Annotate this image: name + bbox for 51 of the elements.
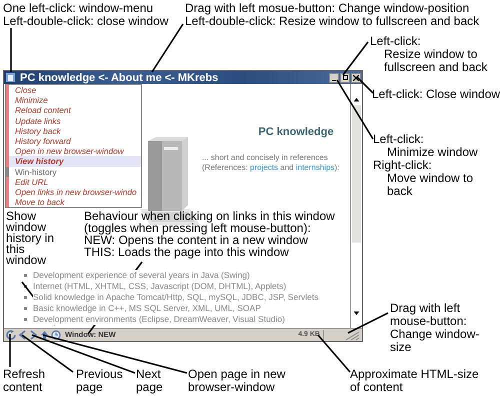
bullet-icon xyxy=(24,307,27,310)
list-item-text: Solid knowledge in Apache Tomcat/Http, SQL, mySQL, JDBC, JSP, Servlets xyxy=(33,292,319,303)
annotation-text: Open page in new browser-window xyxy=(188,368,286,394)
menu-item[interactable]: Edit URL xyxy=(6,176,141,187)
bullet-icon xyxy=(24,274,27,277)
menu-item[interactable]: Close xyxy=(6,85,141,96)
menu-item[interactable]: History back xyxy=(6,126,141,136)
annotation-text: Refresh content xyxy=(3,368,46,394)
annotation-text: Show window history in this window xyxy=(6,211,54,266)
annotation-text: Left-click: Minimize window Right-click: Move window to back xyxy=(373,133,478,198)
list-item-text: Basic knowledge in C++, MS SQL Server, XML, UML, SOAP xyxy=(33,303,261,314)
history-icon[interactable] xyxy=(51,330,61,340)
window-menu-icon[interactable] xyxy=(5,72,16,83)
leader-line xyxy=(10,28,12,72)
menu-item[interactable]: Move to back xyxy=(6,197,141,208)
annotation-text: Behaviour when clicking on links in this window (toggles when pressing left mouse-button): NEW: Opens the content in a new window THIS: Loads the page into this window xyxy=(84,210,335,258)
list-item-text: Development environments (Eclipse, DreamWeaver, Visual Studio) xyxy=(33,314,285,325)
annotation-text: Previous page xyxy=(76,368,123,394)
menu-item[interactable]: History forward xyxy=(6,136,141,146)
menu-item[interactable]: View history xyxy=(6,156,141,166)
leader-line xyxy=(9,334,11,367)
minimize-button[interactable] xyxy=(329,72,339,82)
page-heading: PC knowledge xyxy=(257,125,335,140)
annotation-text: Drag with left mosue-button: Change window-position Left-double-click: Resize window to fullscreen and back xyxy=(185,2,480,28)
annotation-text: Left-click: Resize window to fullscreen and back xyxy=(370,35,488,74)
intro-paragraph: ... short and concisely in references (References: projects and internships): xyxy=(202,152,340,172)
projects-link[interactable]: projects xyxy=(250,162,278,172)
refresh-icon[interactable] xyxy=(6,330,16,340)
annotation-text: Drag with left mouse-button: Change window- size xyxy=(390,302,480,354)
menu-item[interactable]: Open links in new browser-windo xyxy=(6,186,141,198)
new-window-icon[interactable] xyxy=(40,330,49,340)
list-item-text: Internet (HTML, XHTML, CSS, Javascript (DOM, DHTML), Applets) xyxy=(33,281,286,292)
annotation-text: Left-click: Close window xyxy=(372,88,500,101)
menu-item[interactable]: Reload content xyxy=(6,105,141,116)
menu-item[interactable]: Update links xyxy=(6,116,141,126)
annotation-text: One left-click: window-menu Left-double-click: close window xyxy=(3,2,168,28)
internships-link[interactable]: internships xyxy=(296,162,335,172)
annotation-text: Approximate HTML-size of content xyxy=(350,368,479,394)
close-icon xyxy=(353,74,359,80)
leader-line xyxy=(151,24,184,72)
bullet-icon xyxy=(24,318,27,321)
list-item-text: Development experience of several years in Java (Swing) xyxy=(33,270,250,281)
maximize-button[interactable] xyxy=(340,72,350,82)
close-button[interactable] xyxy=(351,72,361,82)
annotation-text: Next page xyxy=(136,368,163,394)
bullet-icon xyxy=(24,285,27,288)
menu-item[interactable]: Minimize xyxy=(6,95,141,106)
bullet-icon xyxy=(24,296,27,299)
window-title: PC knowledge <- About me <- MKrebs xyxy=(20,72,218,84)
title-bar[interactable]: PC knowledge <- About me <- MKrebs xyxy=(4,71,362,84)
scrollbar[interactable] xyxy=(350,84,362,329)
